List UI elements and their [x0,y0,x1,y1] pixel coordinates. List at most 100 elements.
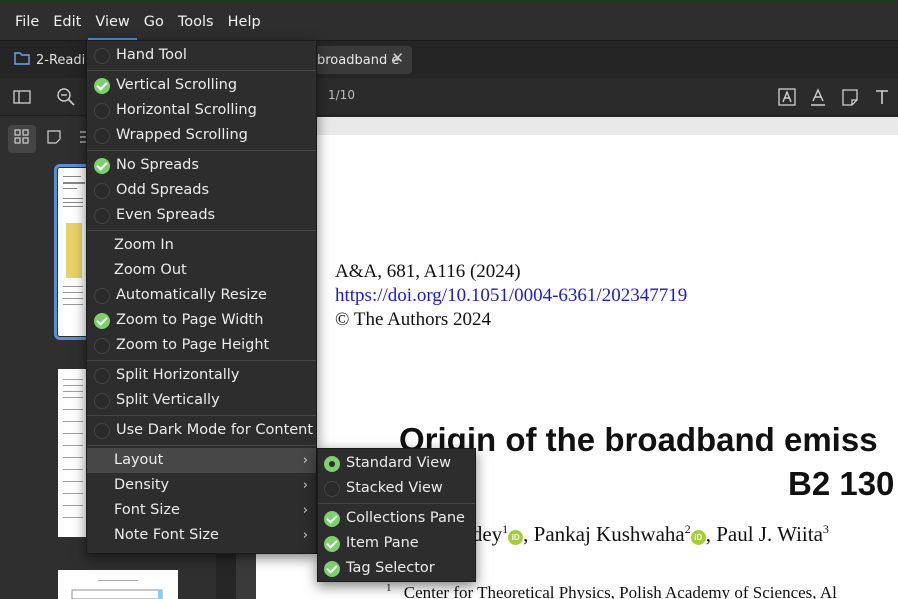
menu-go[interactable]: Go [137,4,171,40]
chevron-right-icon: › [302,478,308,493]
menuitem-even-spreads[interactable]: Even Spreads [87,203,316,228]
unchecked-icon [94,208,110,224]
menu-separator [87,230,316,231]
zoom-out-icon[interactable] [56,87,76,107]
author-1-affil: 1 [502,522,509,536]
menuitem-tag-selector[interactable]: Tag Selector [318,556,475,581]
unchecked-icon [94,393,110,409]
layout-submenu: Standard View Stacked View Collections P… [317,448,476,582]
menu-separator [318,503,475,504]
underline-text-icon[interactable] [808,87,828,107]
menuitem-label: Layout [114,452,164,468]
checkmark-icon [94,158,110,174]
tab-document-label: broadband e [317,52,400,68]
tab-library-label: 2-Readin [36,52,94,68]
doi-link[interactable]: https://doi.org/10.1051/0004-6361/202347… [335,285,687,307]
menuitem-wrapped-scrolling[interactable]: Wrapped Scrolling [87,123,316,148]
menu-help[interactable]: Help [221,4,268,40]
note-icon[interactable] [840,87,860,107]
grid-icon [14,129,30,149]
menu-separator [87,445,316,446]
menuitem-split-horizontally[interactable]: Split Horizontally [87,363,316,388]
menuitem-auto-resize[interactable]: Automatically Resize [87,283,316,308]
menuitem-collections-pane[interactable]: Collections Pane [318,506,475,531]
unchecked-icon [94,128,110,144]
unchecked-icon [94,423,110,439]
menuitem-note-font-size[interactable]: Note Font Size › [87,523,316,548]
menuitem-label: Standard View [346,455,451,471]
menuitem-label: Vertical Scrolling [116,77,238,93]
text-tool-icon[interactable] [872,87,892,107]
unchecked-icon [94,368,110,384]
page-top-margin [256,117,898,135]
menuitem-label: Tag Selector [346,560,435,576]
menu-file[interactable]: File [8,4,46,40]
menuitem-vertical-scrolling[interactable]: Vertical Scrolling [87,73,316,98]
menuitem-split-vertically[interactable]: Split Vertically [87,388,316,413]
menu-edit[interactable]: Edit [46,4,88,40]
menuitem-hand-tool[interactable]: Hand Tool [87,43,316,68]
unchecked-icon [94,338,110,354]
menuitem-stacked-view[interactable]: Stacked View [318,476,475,501]
author-3-name: , Paul J. Wiita [705,522,823,546]
unchecked-icon [94,48,110,64]
journal-reference: A&A, 681, A116 (2024) [335,261,521,282]
checkmark-icon [324,511,340,527]
affiliation-text: Center for Theoretical Physics, Polish A… [403,582,837,599]
menu-view[interactable]: View [88,4,138,40]
orcid-icon[interactable]: iD [690,530,706,545]
page-thumbnail-2[interactable] [58,369,88,537]
menu-tools[interactable]: Tools [171,4,221,40]
menuitem-label: Split Horizontally [116,367,240,383]
unchecked-icon [94,183,110,199]
menuitem-no-spreads[interactable]: No Spreads [87,153,316,178]
menuitem-odd-spreads[interactable]: Odd Spreads [87,178,316,203]
radio-unselected-icon [324,481,340,497]
affiliation-line: 1 Center for Theoretical Physics, Polish… [386,582,837,599]
page-thumbnail-3[interactable] [58,570,178,599]
checkmark-icon [94,313,110,329]
author-2-affil: 2 [684,522,691,536]
menuitem-layout[interactable]: Layout › [87,448,316,473]
menuitem-label: Zoom to Page Height [116,337,270,353]
chevron-right-icon: › [302,528,308,543]
menuitem-font-size[interactable]: Font Size › [87,498,316,523]
menuitem-zoom-in[interactable]: Zoom In [87,233,316,258]
copyright-line: © The Authors 2024 [335,309,492,330]
menuitem-label: Stacked View [346,480,443,496]
menubar: File Edit View Go Tools Help [0,4,898,40]
annotations-tab[interactable] [40,125,68,153]
chevron-right-icon: › [302,453,308,468]
menuitem-label: Wrapped Scrolling [116,127,248,143]
unchecked-icon [94,103,110,119]
radio-selected-icon [324,456,340,472]
menuitem-zoom-out[interactable]: Zoom Out [87,258,316,283]
menuitem-label: Automatically Resize [116,287,267,303]
chevron-right-icon: › [302,503,308,518]
menuitem-label: Note Font Size [114,527,219,543]
menuitem-label: Density [114,477,170,493]
page-indicator[interactable]: 1/10 [328,88,355,102]
menuitem-zoom-page-width[interactable]: Zoom to Page Width [87,308,316,333]
menuitem-dark-mode[interactable]: Use Dark Mode for Content [87,418,316,443]
menuitem-item-pane[interactable]: Item Pane [318,531,475,556]
close-icon[interactable]: ✕ [391,49,404,67]
menuitem-label: Odd Spreads [116,182,210,198]
menuitem-horizontal-scrolling[interactable]: Horizontal Scrolling [87,98,316,123]
page-thumbnail-1[interactable] [54,164,92,340]
menuitem-label: Horizontal Scrolling [116,102,257,118]
menuitem-label: Split Vertically [116,392,220,408]
menuitem-density[interactable]: Density › [87,473,316,498]
menuitem-label: Item Pane [346,535,419,551]
menuitem-label: Collections Pane [346,510,465,526]
thumbnails-tab[interactable] [8,125,36,153]
author-list: andey1iD, Pankaj Kushwaha2iD, Paul J. Wi… [452,522,829,547]
menuitem-label: Use Dark Mode for Content [116,422,314,438]
checkmark-icon [324,561,340,577]
menuitem-zoom-page-height[interactable]: Zoom to Page Height [87,333,316,358]
menuitem-standard-view[interactable]: Standard View [318,451,475,476]
highlight-text-icon[interactable] [777,87,797,107]
menuitem-label: No Spreads [116,157,199,173]
sidebar-toggle-icon[interactable] [12,87,32,107]
orcid-icon[interactable]: iD [508,530,524,545]
